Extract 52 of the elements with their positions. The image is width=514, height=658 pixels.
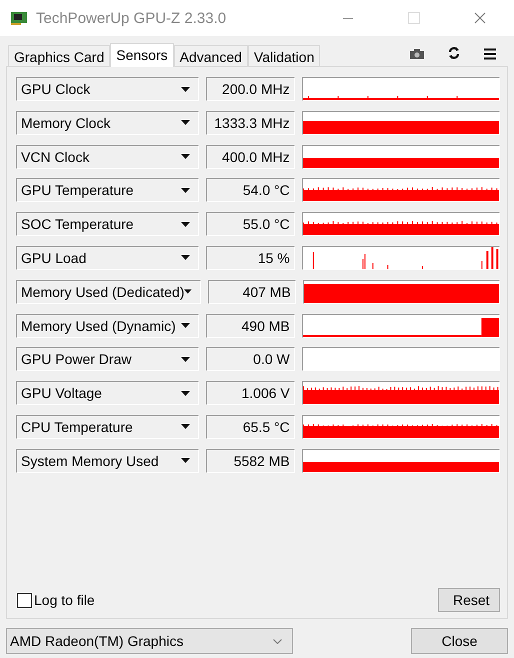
sensor-reading: 54.0 °C [206,178,295,202]
sensor-dropdown[interactable]: VCN Clock [16,144,200,169]
sensor-dropdown[interactable]: GPU Clock [16,77,200,101]
caret-icon [181,255,190,260]
sensor-reading: 15 % [206,246,295,270]
caret-icon [181,323,190,328]
chevron-down-icon [273,638,282,644]
caret-icon [181,154,190,160]
checkbox[interactable] [17,592,32,608]
sensor-reading: 55.0 °C [206,212,295,236]
sensor-dropdown[interactable]: GPU Load [16,246,200,270]
caret-icon [181,424,190,430]
sensor-reading: 400.0 MHz [206,144,295,169]
window-title: TechPowerUp GPU-Z 2.33.0 [36,10,226,26]
sensor-dropdown[interactable]: GPU Temperature [16,178,200,202]
sensor-reading: 407 MB [208,280,296,304]
caret-icon [181,390,190,396]
tab[interactable]: Advanced [174,45,248,66]
caret-icon [181,222,190,227]
tab[interactable]: Sensors [110,43,174,67]
reset-button[interactable]: Reset [438,588,500,612]
sensor-dropdown[interactable]: GPU Voltage [16,381,200,406]
caret-icon [181,120,190,126]
sensor-dropdown[interactable]: Memory Used (Dedicated) [16,280,201,304]
sensor-reading: 65.5 °C [206,414,295,439]
sensor-reading: 0.0 W [206,347,295,372]
caret-icon [181,86,190,92]
close-icon[interactable] [474,12,486,24]
checkbox-label[interactable]: Log to file [34,592,95,608]
sensor-dropdown[interactable]: Memory Clock [16,110,200,135]
graphics-card-icon [10,11,28,25]
sensor-reading: 1.006 V [206,381,295,406]
sensor-reading: 5582 MB [206,448,295,473]
tab[interactable]: Validation [248,45,320,66]
sensor-dropdown[interactable]: System Memory Used [16,448,200,473]
caret-icon [184,289,192,294]
refresh-icon[interactable] [447,46,461,60]
device-dropdown[interactable]: AMD Radeon(TM) Graphics [6,628,293,654]
sensor-reading: 490 MB [206,314,295,338]
caret-icon [181,356,190,362]
sensor-dropdown[interactable]: CPU Temperature [16,414,200,439]
sensor-dropdown[interactable]: Memory Used (Dynamic) [16,314,200,338]
sensor-dropdown[interactable]: SOC Temperature [16,212,200,236]
caret-icon [181,458,190,464]
sensor-reading: 200.0 MHz [206,77,295,101]
sensor-dropdown[interactable]: GPU Power Draw [16,347,200,372]
sensor-reading: 1333.3 MHz [206,110,295,135]
camera-icon[interactable] [409,48,425,60]
caret-icon [181,188,190,193]
tab[interactable]: Graphics Card [8,45,110,66]
menu-icon[interactable] [483,48,497,60]
close-button[interactable]: Close [411,628,508,654]
